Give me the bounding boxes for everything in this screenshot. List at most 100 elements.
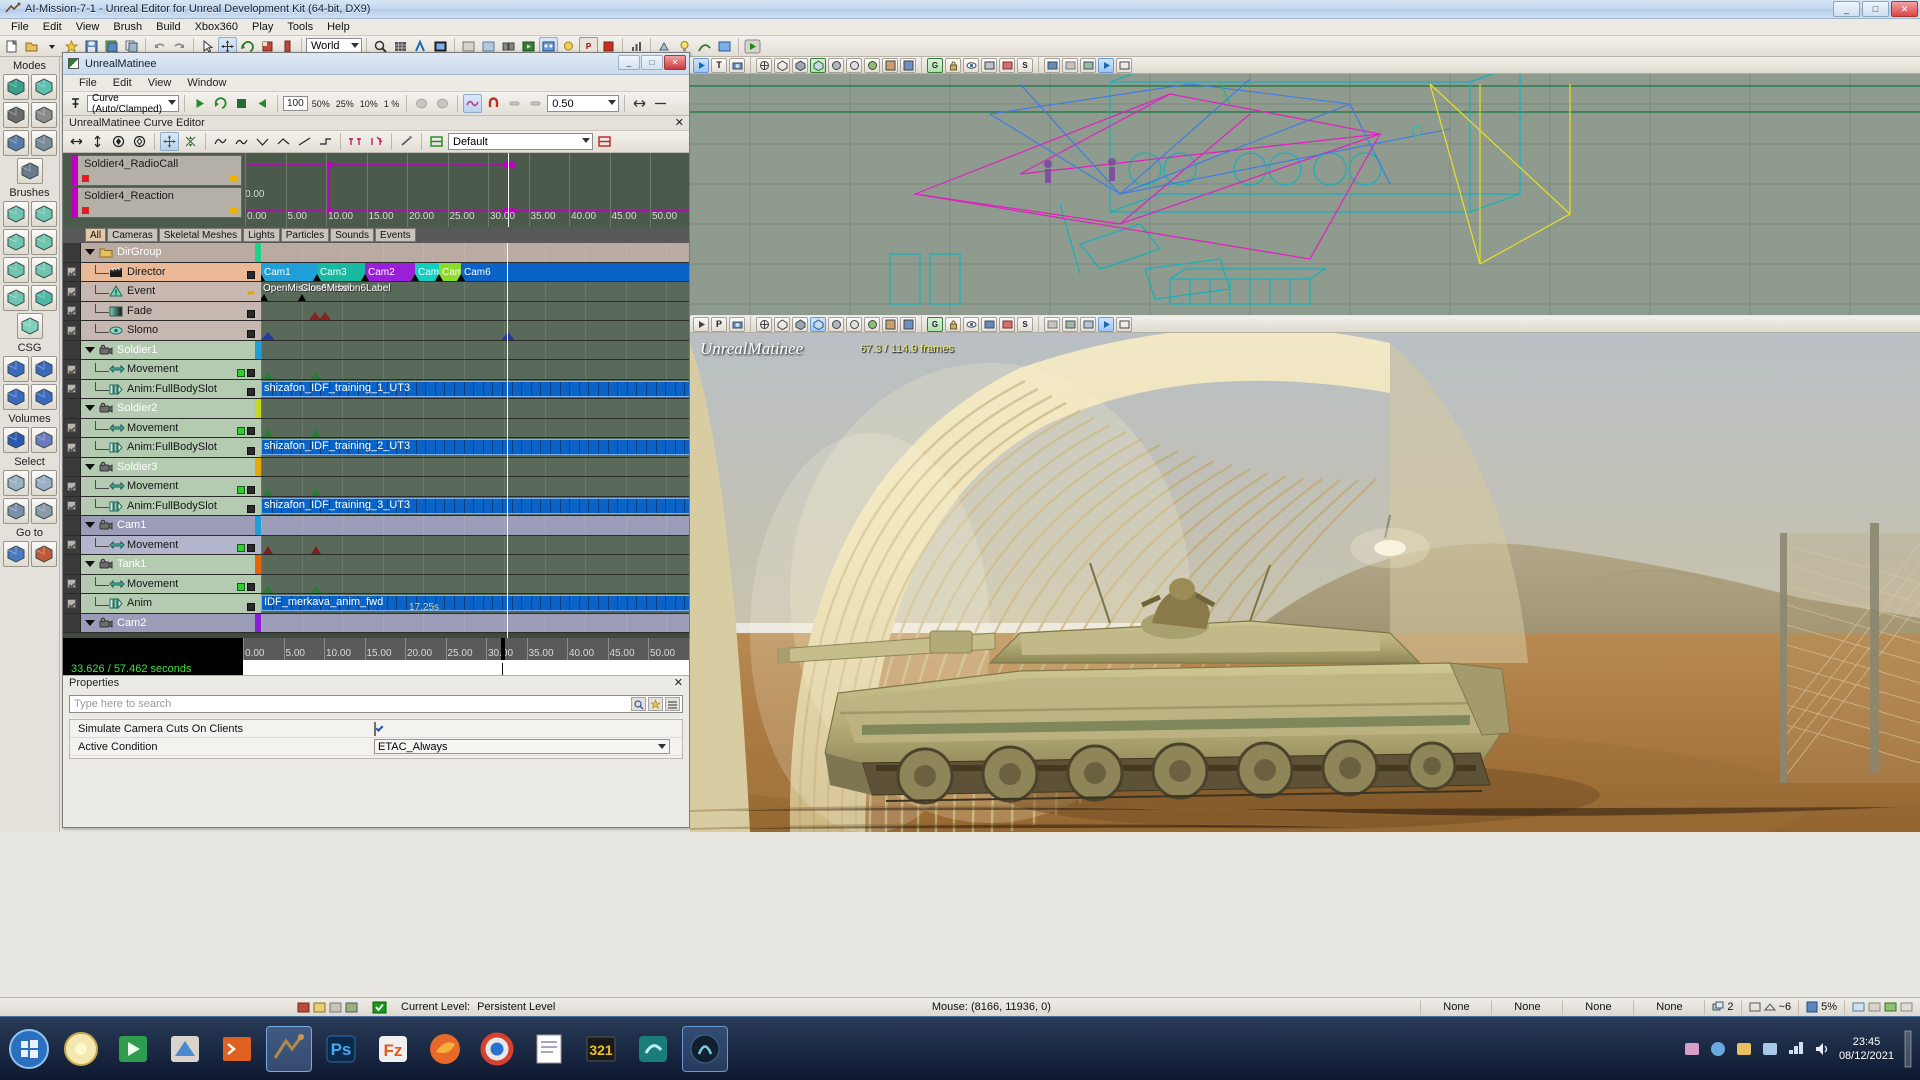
csg-intersect-icon[interactable] [2, 384, 29, 410]
keyframe-marker[interactable] [501, 331, 515, 340]
decals-icon[interactable] [1080, 57, 1096, 73]
track-option-toggles[interactable] [247, 602, 255, 611]
fit-horizontal-icon[interactable] [67, 132, 86, 151]
track-enable-checkbox[interactable] [67, 384, 76, 394]
media-icon[interactable] [110, 1026, 156, 1072]
menu-item-help[interactable]: Help [320, 20, 357, 34]
property-checkbox[interactable] [374, 721, 376, 736]
chrome-icon[interactable] [474, 1026, 520, 1072]
track-enable-checkbox[interactable] [67, 501, 76, 511]
post-process-icon[interactable] [999, 316, 1015, 332]
tangent-linear-icon[interactable] [274, 132, 293, 151]
track-enable-checkbox[interactable] [67, 423, 76, 433]
menu-item-edit[interactable]: Edit [36, 20, 69, 34]
track-lock-toggle[interactable] [247, 310, 255, 318]
keyframe-marker[interactable] [435, 274, 443, 281]
favorites-filter-icon[interactable] [648, 697, 663, 711]
track-row[interactable]: Anim:FullBodySlot shizafon_IDF_training_1… [63, 379, 689, 399]
eye-icon[interactable] [963, 57, 979, 73]
track-name-cell[interactable]: Slomo [81, 321, 261, 340]
menu-item-view[interactable]: View [69, 20, 107, 34]
track-enable-gutter[interactable] [63, 340, 81, 359]
csg-deintersect-icon[interactable] [30, 384, 57, 410]
track-lock-toggle[interactable] [247, 505, 255, 513]
track-enable-gutter[interactable] [63, 594, 81, 613]
matinee-close-button[interactable]: ✕ [664, 55, 686, 70]
terrain-edit-icon[interactable] [16, 158, 43, 184]
rotation-grid-value[interactable]: None [1492, 998, 1562, 1016]
lit-icon[interactable] [810, 57, 826, 73]
track-lock-toggle[interactable] [247, 329, 255, 338]
wireframe-viewport[interactable]: T G S [690, 56, 1920, 315]
unlit-icon[interactable] [792, 57, 808, 73]
expand-all-icon[interactable] [665, 697, 680, 711]
track-option-toggles[interactable] [237, 485, 255, 494]
property-value[interactable]: ETAC_Always [370, 739, 682, 754]
track-row[interactable]: Movement [63, 574, 689, 594]
track-body[interactable] [261, 477, 689, 496]
menu-item-file[interactable]: File [4, 20, 36, 34]
keyframe-marker[interactable] [263, 546, 273, 554]
track-enable-checkbox[interactable] [67, 364, 76, 374]
bsp-icon[interactable] [981, 316, 997, 332]
director-clip[interactable]: Cam1 [261, 262, 317, 281]
keyframe-marker[interactable] [298, 293, 306, 301]
maximize-button[interactable]: □ [1862, 1, 1889, 17]
track-enable-gutter[interactable] [63, 243, 81, 262]
track-name-cell[interactable]: Movement [81, 418, 261, 437]
light-complexity-icon[interactable] [864, 57, 880, 73]
track-enable-checkbox[interactable] [67, 481, 76, 491]
play-in-viewport-icon[interactable] [1098, 57, 1114, 73]
track-row[interactable]: Movement [63, 418, 689, 438]
track-body[interactable]: OpenMission6Label CloseMission6Label [261, 282, 689, 301]
track-enable-gutter[interactable] [63, 613, 81, 632]
select-invert-icon[interactable] [2, 498, 29, 524]
select-none-icon[interactable] [30, 470, 57, 496]
lighting-only-icon[interactable] [846, 57, 862, 73]
curve-tab-select[interactable]: Default [448, 133, 593, 150]
properties-search[interactable]: Type here to search [69, 695, 683, 713]
text-icon[interactable]: T [711, 57, 727, 73]
perspective-viewport[interactable]: P G S UnrealMatinee 67.3 / 114.9 frames [690, 315, 1920, 832]
track-enable-gutter[interactable] [63, 555, 81, 574]
group-expand-arrow[interactable] [85, 561, 95, 568]
track-group-row[interactable]: Cam1 [63, 516, 689, 536]
track-curve-toggle[interactable] [237, 368, 245, 377]
track-row[interactable]: Movement [63, 360, 689, 380]
property-row[interactable]: Active Condition ETAC_Always [70, 738, 682, 756]
track-enable-gutter[interactable] [63, 438, 81, 457]
track-group-row[interactable]: Cam2 [63, 613, 689, 633]
track-name-cell[interactable]: Soldier2 [81, 399, 261, 418]
show-flags-icon[interactable] [981, 57, 997, 73]
keyframe-marker[interactable] [311, 429, 321, 437]
flashfxp-icon[interactable]: Fz [370, 1026, 416, 1072]
static-mesh-icon[interactable] [2, 130, 29, 156]
tangent-user-icon[interactable] [232, 132, 251, 151]
game-view-icon[interactable]: G [927, 57, 943, 73]
speed-10-button[interactable]: 10% [358, 99, 380, 109]
filter-tab-lights[interactable]: Lights [243, 228, 280, 242]
property-select[interactable]: ETAC_Always [374, 739, 670, 754]
track-body[interactable]: Cam1Cam3Cam2Cam4Cam5Cam6Cam7Cam8 [261, 262, 689, 281]
photoshop-icon[interactable]: Ps [318, 1026, 364, 1072]
keyframe-marker[interactable] [313, 274, 321, 281]
keyframe-marker[interactable] [263, 370, 273, 379]
track-lock-toggle[interactable] [247, 388, 255, 396]
terrain-mode-icon[interactable] [2, 102, 29, 128]
track-curve-toggle[interactable] [237, 583, 245, 591]
drag-grid-value[interactable]: None [1421, 998, 1491, 1016]
wireframe-icon[interactable] [756, 57, 772, 73]
speed-50-button[interactable]: 50% [310, 99, 332, 109]
track-name-cell[interactable]: DirGroup [81, 243, 261, 262]
track-enable-gutter[interactable] [63, 496, 81, 515]
unreal-icon[interactable] [266, 1025, 312, 1072]
filter-tab-all[interactable]: All [85, 228, 107, 242]
track-name-cell[interactable]: Cam2 [81, 613, 261, 632]
track-enable-gutter[interactable] [63, 477, 81, 496]
track-name-cell[interactable]: Movement [81, 574, 261, 593]
track-name-cell[interactable]: Cam1 [81, 516, 261, 535]
track-name-cell[interactable]: Tank1 [81, 555, 261, 574]
tab-create-icon[interactable] [595, 132, 614, 151]
minimize-button[interactable]: _ [1833, 1, 1860, 17]
search-icon[interactable] [631, 697, 646, 711]
